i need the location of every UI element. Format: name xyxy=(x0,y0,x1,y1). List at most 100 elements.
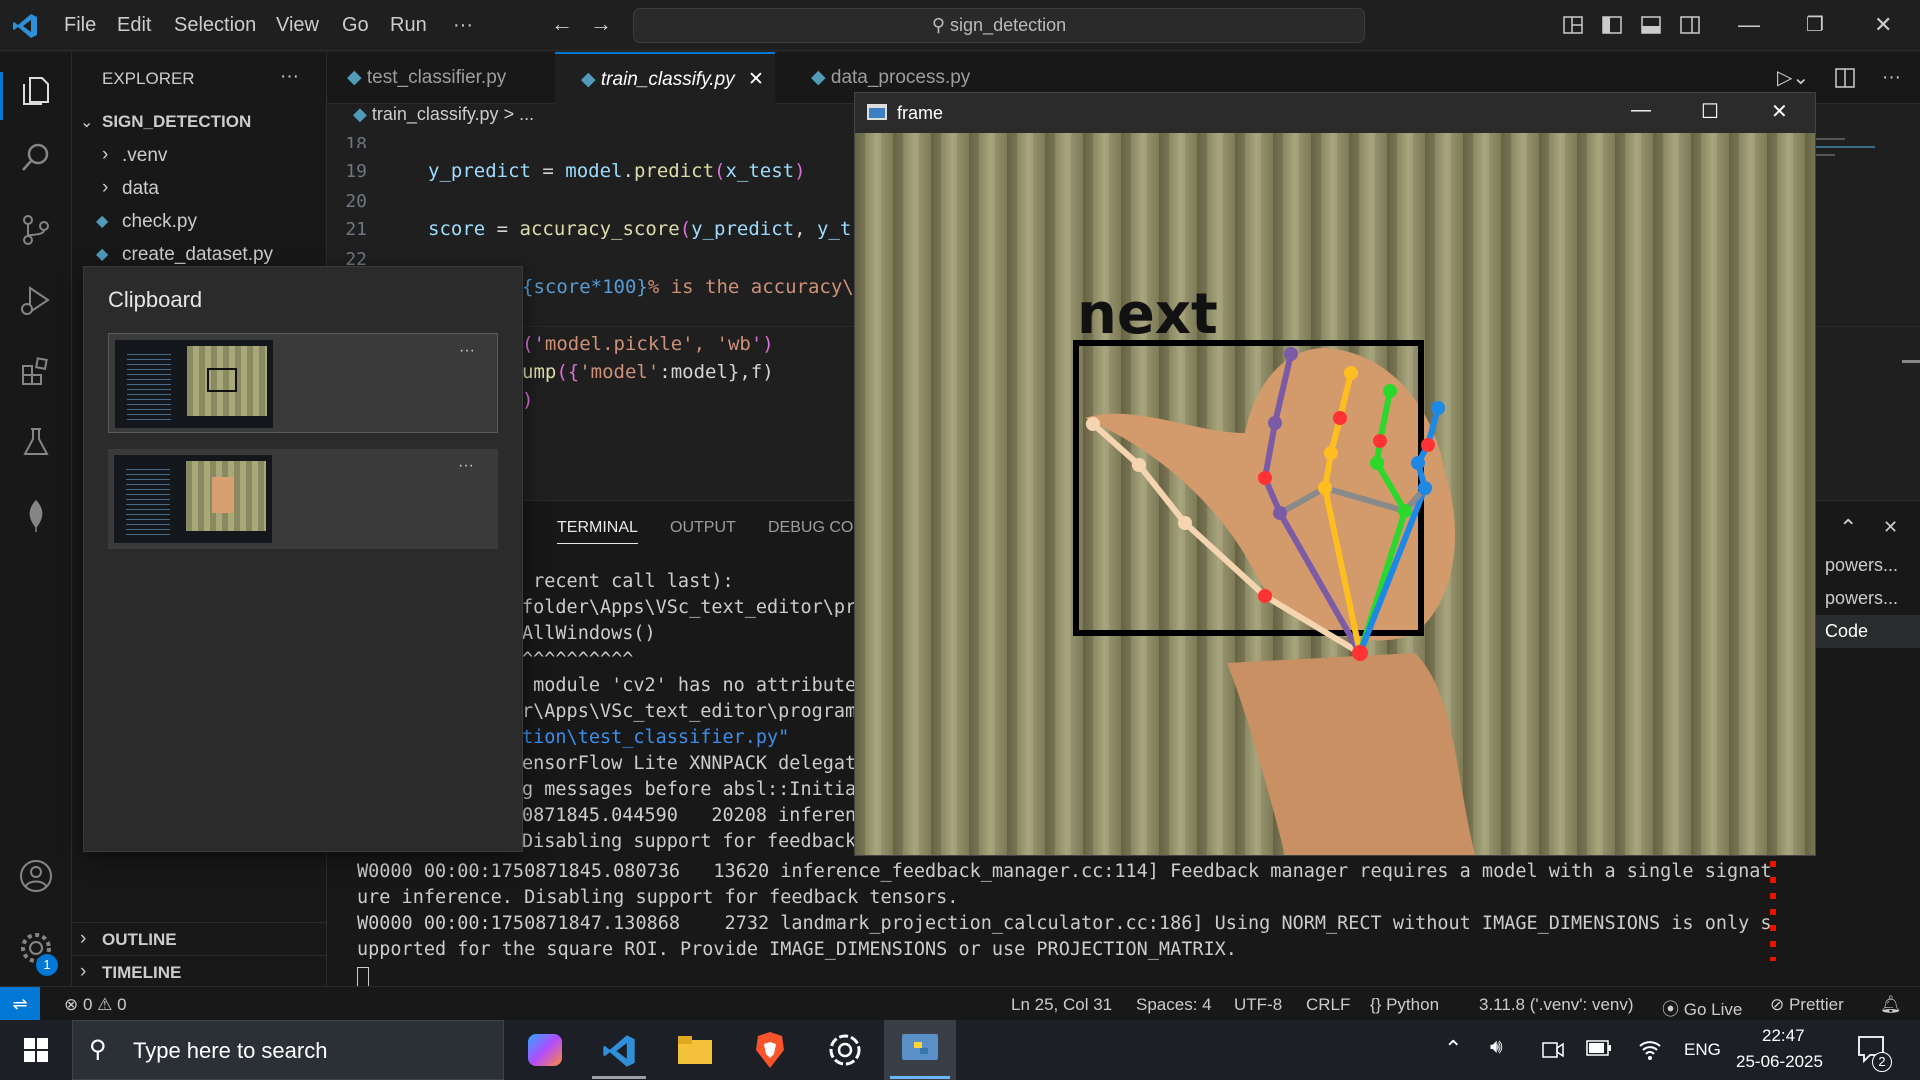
toggle-panel-icon[interactable] xyxy=(1641,16,1661,34)
thumbnail-code xyxy=(126,465,170,535)
tree-item-check-py[interactable]: check.py xyxy=(122,211,197,233)
explorer-files-icon[interactable] xyxy=(18,72,54,108)
editor-more-icon[interactable]: ··· xyxy=(1882,52,1901,104)
minimize-icon[interactable]: — xyxy=(1738,12,1760,38)
status-bar: ⇌ ⊗ 0 ⚠ 0 Ln 25, Col 31 Spaces: 4 UTF-8 … xyxy=(0,986,1920,1021)
line-number: 18 xyxy=(345,134,367,148)
code-line-26: ) xyxy=(522,389,534,411)
timeline-section[interactable]: TIMELINE xyxy=(102,963,181,983)
terminal-output[interactable]: W0000 00:00:1750871845.080736 13620 infe… xyxy=(357,861,1772,989)
terminal-item-powershell[interactable]: powers... xyxy=(1815,582,1920,615)
wifi-icon[interactable] xyxy=(1638,1038,1662,1060)
source-control-icon[interactable] xyxy=(18,212,54,248)
maximize-panel-icon[interactable]: ⌃ xyxy=(1839,515,1857,541)
minimize-icon[interactable]: — xyxy=(1631,99,1651,122)
go-live-button[interactable]: ⦿ Go Live xyxy=(1662,995,1742,1020)
maximize-icon[interactable]: ☐ xyxy=(1701,99,1719,124)
python-app-icon[interactable] xyxy=(902,1034,938,1066)
mongodb-leaf-icon[interactable] xyxy=(18,498,54,534)
cursor-position[interactable]: Ln 25, Col 31 xyxy=(1011,995,1112,1015)
menu-view[interactable]: View xyxy=(276,14,319,37)
line-number: 20 xyxy=(345,191,367,212)
toggle-secondary-sidebar-icon[interactable] xyxy=(1680,16,1700,34)
error-icon: ⊗ xyxy=(64,995,83,1014)
command-center-search[interactable]: ⚲ sign_detection xyxy=(633,8,1365,43)
copilot-icon[interactable] xyxy=(528,1034,562,1066)
language-indicator[interactable]: ENG xyxy=(1684,1040,1721,1060)
indentation[interactable]: Spaces: 4 xyxy=(1136,995,1212,1015)
testing-flask-icon[interactable] xyxy=(18,424,54,460)
clipboard-thumbnail xyxy=(115,340,273,428)
close-panel-icon[interactable]: ✕ xyxy=(1883,517,1898,538)
clipboard-history-flyout: Clipboard ··· ··· xyxy=(83,266,523,852)
tree-item-venv[interactable]: .venv xyxy=(122,145,167,167)
back-arrow-icon[interactable]: ← xyxy=(551,11,573,37)
tab-train-classify[interactable]: ◆ train_classify.py ✕ xyxy=(555,52,775,104)
breadcrumb-file[interactable]: train_classify.py xyxy=(372,104,499,124)
close-icon[interactable]: ✕ xyxy=(1874,12,1892,38)
menu-go[interactable]: Go xyxy=(342,14,369,37)
vscode-logo-icon[interactable] xyxy=(12,13,38,39)
code-line-21: score = accuracy_score(y_predict, y_t xyxy=(428,218,852,240)
tab-debug-console[interactable]: DEBUG CON xyxy=(768,519,865,537)
search-icon[interactable] xyxy=(18,140,54,176)
python-interpreter[interactable]: 3.11.8 ('.venv': venv) xyxy=(1479,995,1634,1015)
close-icon[interactable]: ✕ xyxy=(1771,99,1788,124)
forward-arrow-icon[interactable]: → xyxy=(590,11,612,37)
restore-icon[interactable]: ❐ xyxy=(1806,12,1824,37)
language-mode[interactable]: {} Python xyxy=(1370,995,1439,1015)
breadcrumb-symbol[interactable]: ... xyxy=(519,104,534,124)
extensions-icon[interactable] xyxy=(18,354,54,390)
volume-icon[interactable]: 🔊︎ xyxy=(1490,1036,1503,1059)
windows-start-icon[interactable] xyxy=(24,1038,48,1062)
explorer-root-folder[interactable]: SIGN_DETECTION xyxy=(102,112,251,132)
explorer-more-button[interactable]: ··· xyxy=(280,66,299,88)
file-explorer-icon[interactable] xyxy=(678,1036,712,1064)
close-tab-icon[interactable]: ✕ xyxy=(748,54,764,106)
minimap[interactable] xyxy=(1815,134,1915,174)
clipboard-item[interactable]: ··· xyxy=(108,449,498,549)
split-editor-icon[interactable] xyxy=(1835,68,1855,88)
encoding[interactable]: UTF-8 xyxy=(1234,995,1282,1015)
chevron-down-icon[interactable]: ⌄ xyxy=(80,112,93,132)
run-debug-icon[interactable] xyxy=(18,282,54,318)
outline-section[interactable]: OUTLINE xyxy=(102,930,177,950)
activity-bar: 1 xyxy=(0,52,72,986)
menu-edit[interactable]: Edit xyxy=(117,14,151,37)
frame-titlebar[interactable]: frame — ☐ ✕ xyxy=(855,93,1815,133)
tab-output[interactable]: OUTPUT xyxy=(670,519,736,537)
meet-now-icon[interactable] xyxy=(1542,1040,1564,1060)
vscode-taskbar-icon[interactable] xyxy=(602,1034,636,1068)
problems-indicator[interactable]: ⊗ 0 ⚠ 0 xyxy=(64,995,127,1015)
clipboard-item[interactable]: ··· xyxy=(108,333,498,433)
customize-layout-icon[interactable] xyxy=(1563,16,1583,34)
terminal-item-powershell[interactable]: powers... xyxy=(1815,549,1920,582)
menu-file[interactable]: File xyxy=(64,14,96,37)
tab-test-classifier[interactable]: ◆ test_classifier.py xyxy=(327,52,555,104)
notifications-bell-icon[interactable]: 🔔︎ xyxy=(1880,995,1902,1015)
prettier-button[interactable]: ⊘ Prettier xyxy=(1770,995,1844,1015)
chatgpt-icon[interactable] xyxy=(828,1033,862,1067)
accounts-icon[interactable] xyxy=(18,858,54,894)
clipboard-item-more-button[interactable]: ··· xyxy=(459,342,475,360)
remote-icon[interactable]: ⇌ xyxy=(0,987,40,1021)
tray-chevron-up-icon[interactable]: ⌃ xyxy=(1444,1036,1462,1062)
tree-item-data[interactable]: data xyxy=(122,178,159,200)
tree-item-create-dataset-py[interactable]: create_dataset.py xyxy=(122,244,273,266)
menu-more[interactable]: ··· xyxy=(453,14,473,37)
tab-terminal[interactable]: TERMINAL xyxy=(557,519,638,544)
toggle-sidebar-icon[interactable] xyxy=(1602,16,1622,34)
terminal-item-code[interactable]: Code xyxy=(1815,615,1920,648)
menu-run[interactable]: Run xyxy=(390,14,427,37)
taskbar-search-box[interactable]: ⚲ Type here to search xyxy=(72,1020,504,1080)
terminal-list: powers... powers... Code xyxy=(1815,549,1920,659)
brave-browser-icon[interactable] xyxy=(754,1032,786,1068)
braces-icon: {} xyxy=(1370,995,1387,1014)
clock-date[interactable]: 25-06-2025 xyxy=(1736,1052,1823,1072)
battery-icon[interactable] xyxy=(1586,1040,1612,1056)
line-ending[interactable]: CRLF xyxy=(1306,995,1350,1015)
menu-selection[interactable]: Selection xyxy=(174,14,256,37)
scrollbar-slider[interactable] xyxy=(1902,360,1920,363)
clock-time[interactable]: 22:47 xyxy=(1762,1026,1805,1046)
clipboard-item-more-button[interactable]: ··· xyxy=(458,457,474,475)
